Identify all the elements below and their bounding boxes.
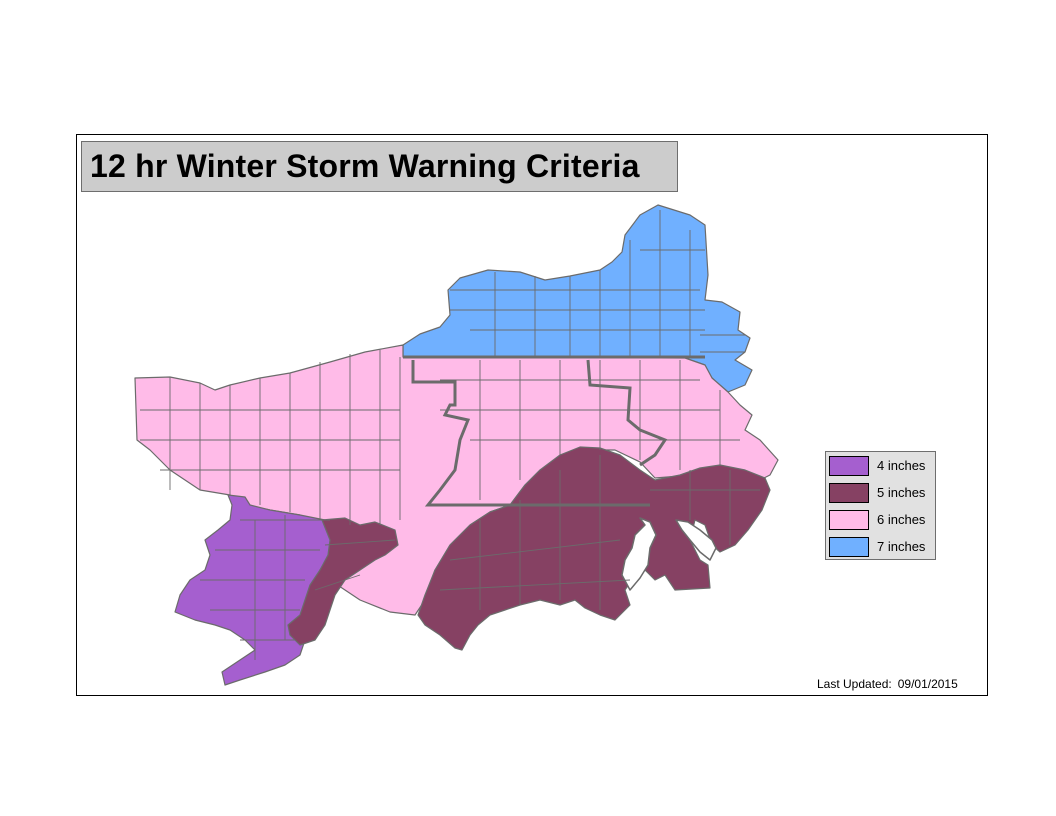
- legend-label: 7 inches: [877, 539, 926, 554]
- legend-item-7-inches: 7 inches: [829, 537, 933, 559]
- legend-label: 5 inches: [877, 485, 926, 500]
- legend-swatch-pink: [829, 510, 869, 530]
- last-updated-label: Last Updated:: [817, 677, 892, 691]
- map-title-box: 12 hr Winter Storm Warning Criteria: [81, 141, 678, 192]
- legend-swatch-blue: [829, 537, 869, 557]
- last-updated-date: 09/01/2015: [897, 677, 958, 691]
- legend-label: 6 inches: [877, 512, 926, 527]
- legend-label: 4 inches: [877, 458, 926, 473]
- map-title: 12 hr Winter Storm Warning Criteria: [90, 148, 640, 184]
- county-map: [134, 204, 779, 686]
- legend-item-4-inches: 4 inches: [829, 456, 933, 478]
- legend-item-5-inches: 5 inches: [829, 483, 933, 505]
- legend-swatch-purple: [829, 456, 869, 476]
- legend: 4 inches 5 inches 6 inches 7 inches: [825, 451, 936, 560]
- legend-item-6-inches: 6 inches: [829, 510, 933, 532]
- legend-swatch-maroon: [829, 483, 869, 503]
- last-updated: Last Updated: 09/01/2015: [817, 677, 958, 691]
